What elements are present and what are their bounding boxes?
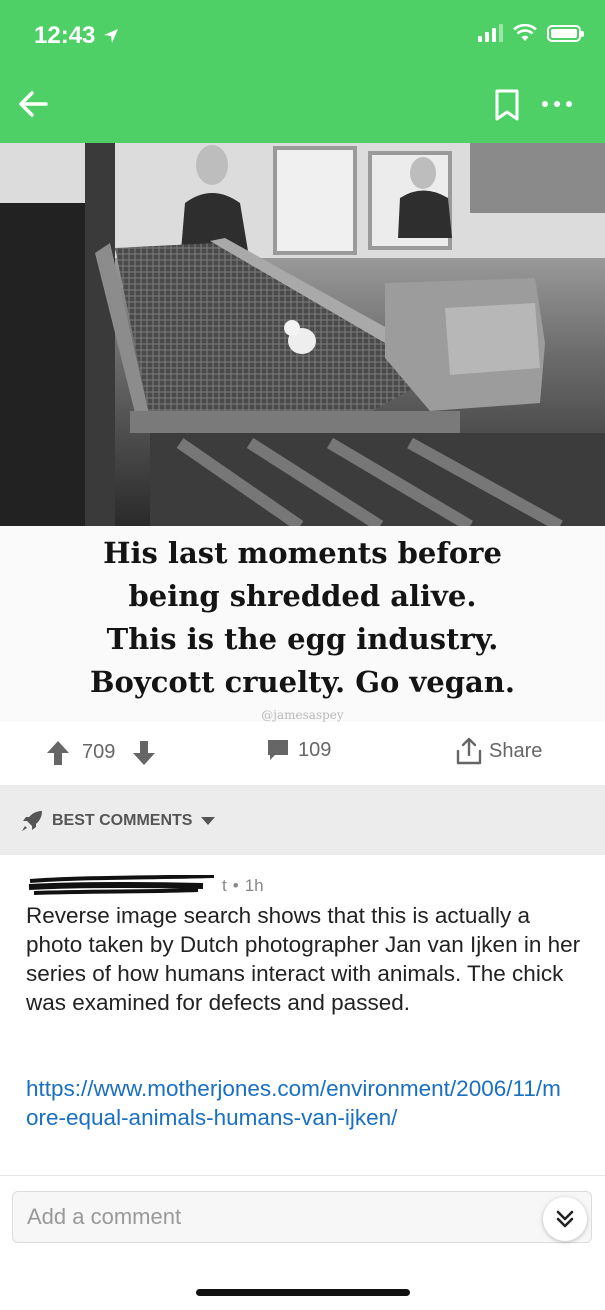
meta-separator: • bbox=[232, 876, 239, 895]
comments-button[interactable]: 109 bbox=[266, 738, 331, 762]
status-time: 12:43 bbox=[34, 22, 119, 50]
conveyor-photo bbox=[0, 143, 605, 526]
redacted-username bbox=[28, 874, 216, 897]
arrow-up-icon bbox=[47, 741, 69, 765]
bookmark-icon bbox=[495, 89, 519, 121]
location-arrow-icon bbox=[104, 29, 119, 43]
signal-icon bbox=[478, 24, 503, 42]
wifi-icon bbox=[513, 24, 537, 41]
meme-line: This is the egg industry. bbox=[106, 622, 499, 656]
arrow-down-icon bbox=[133, 741, 155, 765]
more-options-button[interactable] bbox=[542, 96, 578, 112]
arrow-left-icon bbox=[19, 91, 48, 117]
vote-count: 709 bbox=[82, 741, 116, 763]
app-header: 12:43 bbox=[0, 0, 605, 143]
comment-age: 1h bbox=[244, 876, 264, 895]
post-image[interactable] bbox=[0, 143, 605, 526]
watermark: @jamesaspey bbox=[261, 708, 344, 722]
dot-icon bbox=[542, 101, 548, 107]
double-chevron-down-icon bbox=[556, 1210, 574, 1228]
meme-line: His last moments before bbox=[103, 536, 502, 570]
comment-meta: t • 1h bbox=[28, 874, 264, 897]
meme-caption: His last moments before being shredded a… bbox=[0, 526, 605, 722]
rocket-icon bbox=[22, 811, 42, 831]
dot-icon bbox=[566, 101, 572, 107]
expand-composer-button[interactable] bbox=[543, 1197, 587, 1241]
dot-icon bbox=[554, 101, 560, 107]
comment-sort-bar: BEST COMMENTS bbox=[0, 785, 605, 855]
sort-label: BEST COMMENTS bbox=[52, 812, 193, 829]
share-icon bbox=[456, 737, 482, 765]
speech-bubble-icon bbox=[268, 740, 288, 760]
battery-icon bbox=[547, 24, 584, 42]
meme-line: being shredded alive. bbox=[128, 579, 477, 613]
comment-composer bbox=[0, 1175, 605, 1310]
downvote-button[interactable] bbox=[132, 740, 156, 766]
share-label: Share bbox=[489, 739, 543, 762]
back-button[interactable] bbox=[14, 84, 54, 124]
meme-line: Boycott cruelty. Go vegan. bbox=[90, 665, 515, 699]
add-comment-input[interactable] bbox=[12, 1191, 592, 1243]
comment-body: Reverse image search shows that this is … bbox=[26, 903, 581, 1015]
comment-count: 109 bbox=[298, 738, 332, 761]
share-button[interactable]: Share bbox=[455, 736, 542, 766]
status-time-label: 12:43 bbox=[34, 22, 96, 49]
status-icons bbox=[478, 24, 584, 42]
comment-sort-dropdown[interactable]: BEST COMMENTS bbox=[20, 809, 216, 833]
comment-link[interactable]: https://www.motherjones.com/environment/… bbox=[26, 1074, 566, 1132]
comment-item: t • 1h Reverse image search shows that t… bbox=[0, 855, 605, 1175]
post-action-bar: 709 109 Share bbox=[0, 722, 605, 785]
home-indicator[interactable] bbox=[196, 1289, 410, 1296]
save-button[interactable] bbox=[492, 88, 522, 122]
upvote-button[interactable] bbox=[46, 740, 70, 766]
author-fragment: t bbox=[222, 876, 227, 895]
caret-down-icon bbox=[201, 817, 216, 825]
